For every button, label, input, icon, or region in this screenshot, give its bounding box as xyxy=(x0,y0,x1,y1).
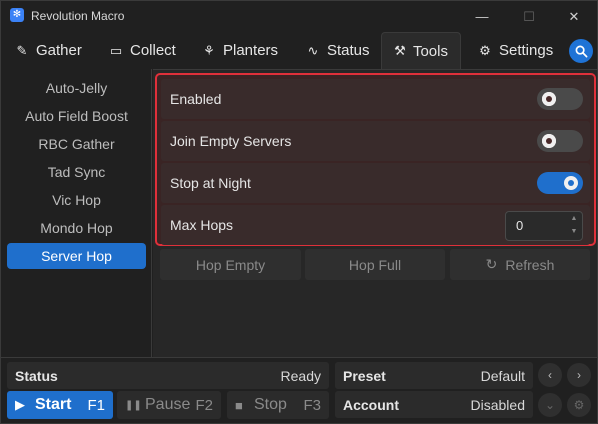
server-hop-settings: Enabled Join Empty Servers Stop at Night… xyxy=(155,73,596,246)
pause-icon: ❚❚ xyxy=(125,399,142,411)
setting-label: Stop at Night xyxy=(170,175,251,191)
pause-label: Pause xyxy=(145,396,191,413)
account-label: Account xyxy=(343,397,399,413)
stop-icon: ■ xyxy=(235,397,243,413)
max-hops-value: 0 xyxy=(516,218,524,233)
chevron-right-icon: › xyxy=(577,368,581,382)
start-label: Start xyxy=(35,396,72,413)
pulse-icon: ∿ xyxy=(307,42,319,58)
brush-icon: ✎ xyxy=(16,42,28,58)
chevron-up-icon[interactable]: ▲ xyxy=(566,212,582,225)
tab-planters[interactable]: ⚘ Planters xyxy=(190,32,290,69)
account-value: Disabled xyxy=(470,397,525,413)
app-window: ✻ Revolution Macro — ☐ ✕ ✎ Gather ▭ Coll… xyxy=(0,0,598,424)
toggle-knob xyxy=(542,134,556,148)
ticket-icon: ▭ xyxy=(109,42,123,58)
setting-label: Join Empty Servers xyxy=(170,133,292,149)
gear-icon: ⚙ xyxy=(573,398,585,412)
tab-label: Gather xyxy=(36,42,82,59)
preset-value: Default xyxy=(480,368,525,384)
hop-empty-button[interactable]: Hop Empty xyxy=(160,249,301,280)
start-button[interactable]: ▶ Start F1 xyxy=(7,391,113,419)
wrench-icon: ⚒ xyxy=(394,43,406,58)
refresh-button[interactable]: ↻ Refresh xyxy=(450,249,590,280)
chevron-left-icon: ‹ xyxy=(548,368,552,382)
start-hotkey: F1 xyxy=(87,396,105,414)
sidebar-item-auto-field-boost[interactable]: Auto Field Boost xyxy=(7,103,146,129)
toggle-knob xyxy=(564,176,578,190)
setting-enabled: Enabled xyxy=(161,79,590,119)
toggle-knob xyxy=(542,92,556,106)
pause-button[interactable]: ❚❚ Pause F2 xyxy=(117,391,221,419)
status-label: Status xyxy=(15,368,58,384)
window-title: Revolution Macro xyxy=(31,9,125,23)
pause-hotkey: F2 xyxy=(195,396,213,414)
setting-label: Max Hops xyxy=(170,217,234,233)
app-logo-icon: ✻ xyxy=(10,8,24,22)
preset-prev-button[interactable]: ‹ xyxy=(538,363,562,387)
max-hops-input[interactable]: 0 ▲ ▼ xyxy=(505,211,583,241)
stop-hotkey: F3 xyxy=(303,396,321,414)
refresh-icon: ↻ xyxy=(485,256,498,272)
tab-gather[interactable]: ✎ Gather xyxy=(3,32,94,69)
preset-next-button[interactable]: › xyxy=(567,363,591,387)
maximize-button[interactable]: ☐ xyxy=(506,1,552,32)
tab-label: Settings xyxy=(499,42,554,59)
join-empty-servers-toggle[interactable] xyxy=(537,130,583,152)
tab-settings[interactable]: ⚙ Settings xyxy=(466,32,565,69)
tab-label: Tools xyxy=(412,42,448,60)
tools-sidebar: Auto-Jelly Auto Field Boost RBC Gather T… xyxy=(1,69,152,357)
account-selector[interactable]: Account Disabled xyxy=(335,391,533,418)
search-icon xyxy=(575,45,587,57)
setting-label: Enabled xyxy=(170,91,222,107)
status-value: Ready xyxy=(280,368,321,384)
chevron-down-icon[interactable]: ▼ xyxy=(566,225,582,238)
tab-label: Collect xyxy=(130,42,176,59)
tab-label: Status xyxy=(327,42,370,59)
sidebar-item-auto-jelly[interactable]: Auto-Jelly xyxy=(7,75,146,101)
setting-join-empty-servers: Join Empty Servers xyxy=(161,121,590,161)
close-button[interactable]: ✕ xyxy=(551,1,597,32)
title-bar: ✻ Revolution Macro — ☐ ✕ xyxy=(1,1,597,32)
minimize-button[interactable]: — xyxy=(459,1,505,32)
sidebar-item-server-hop[interactable]: Server Hop xyxy=(7,243,146,269)
play-icon: ▶ xyxy=(15,397,25,412)
refresh-label: Refresh xyxy=(505,256,555,273)
stop-button[interactable]: ■ Stop F3 xyxy=(227,391,329,419)
setting-stop-at-night: Stop at Night xyxy=(161,163,590,203)
sidebar-item-mondo-hop[interactable]: Mondo Hop xyxy=(7,215,146,241)
preset-selector[interactable]: Preset Default xyxy=(335,362,533,389)
tab-tools[interactable]: ⚒ Tools xyxy=(381,32,461,69)
status-display: Status Ready xyxy=(7,362,329,389)
plant-icon: ⚘ xyxy=(203,42,215,58)
spinner-arrows[interactable]: ▲ ▼ xyxy=(566,212,582,240)
tab-label: Planters xyxy=(223,42,279,59)
setting-max-hops: Max Hops 0 ▲ ▼ xyxy=(161,205,590,245)
preset-label: Preset xyxy=(343,368,386,384)
tab-status[interactable]: ∿ Status xyxy=(294,32,382,69)
gear-icon: ⚙ xyxy=(479,42,491,58)
stop-label: Stop xyxy=(254,396,287,413)
sidebar-item-rbc-gather[interactable]: RBC Gather xyxy=(7,131,146,157)
search-button[interactable] xyxy=(569,39,593,63)
sidebar-item-tad-sync[interactable]: Tad Sync xyxy=(7,159,146,185)
enabled-toggle[interactable] xyxy=(537,88,583,110)
stop-at-night-toggle[interactable] xyxy=(537,172,583,194)
chevron-down-icon: ⌄ xyxy=(544,398,556,412)
main-tabs: ✎ Gather ▭ Collect ⚘ Planters ∿ Status ⚒… xyxy=(1,32,597,69)
sidebar-item-vic-hop[interactable]: Vic Hop xyxy=(7,187,146,213)
tab-collect[interactable]: ▭ Collect xyxy=(97,32,188,69)
account-dropdown-button[interactable]: ⌄ xyxy=(538,393,562,417)
account-settings-button[interactable]: ⚙ xyxy=(567,393,591,417)
hop-full-button[interactable]: Hop Full xyxy=(305,249,445,280)
